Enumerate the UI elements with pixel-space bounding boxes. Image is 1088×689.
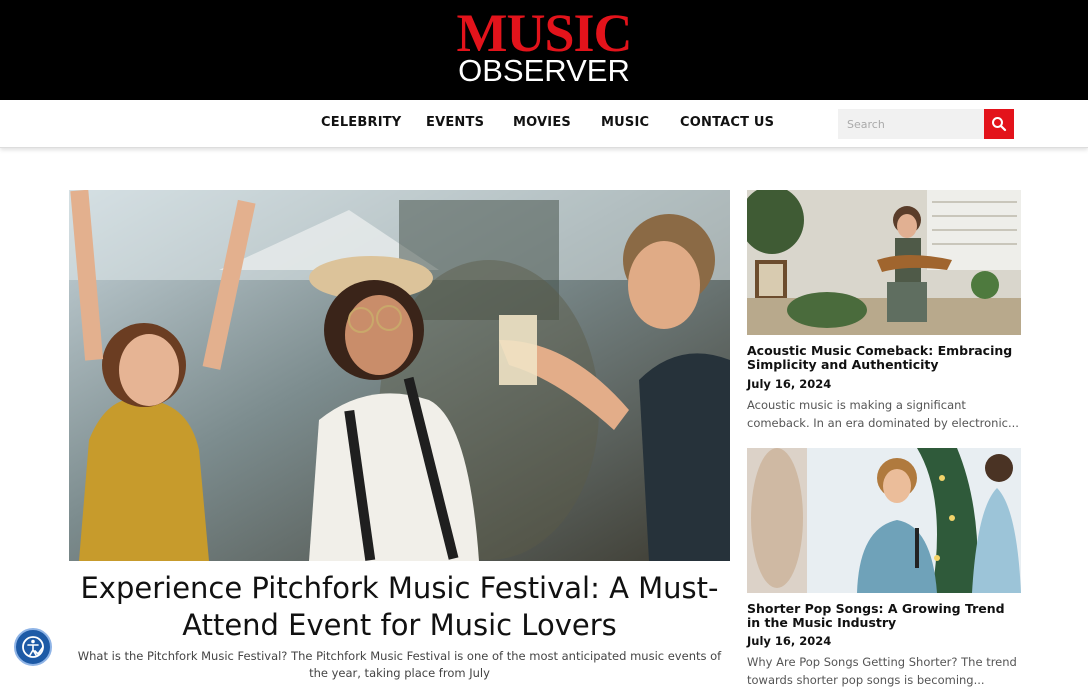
- search-icon: [992, 117, 1007, 132]
- side-article-2-image[interactable]: [747, 448, 1021, 593]
- logo-music-text: MUSIC: [456, 3, 632, 63]
- accessibility-button[interactable]: [14, 628, 52, 666]
- site-header: MUSIC OBSERVER: [0, 0, 1088, 100]
- pop-singer-photo: [747, 448, 1021, 593]
- nav-item-celebrity[interactable]: CELEBRITY: [321, 115, 401, 130]
- nav-item-contact-us[interactable]: CONTACT US: [680, 115, 774, 130]
- nav-item-movies[interactable]: MOVIES: [513, 115, 571, 130]
- side-article-2-excerpt: Why Are Pop Songs Getting Shorter? The t…: [747, 655, 1017, 687]
- nav-item-events[interactable]: EVENTS: [426, 115, 484, 130]
- search-input[interactable]: [838, 109, 984, 139]
- nav-item-music[interactable]: MUSIC: [601, 115, 649, 130]
- hero-image[interactable]: [69, 190, 730, 561]
- side-article-2-title[interactable]: Shorter Pop Songs: A Growing Trend in th…: [747, 602, 1021, 630]
- main-navigation: CELEBRITY EVENTS MOVIES MUSIC CONTACT US: [0, 100, 1088, 148]
- accessibility-icon: [22, 636, 44, 658]
- side-article-2-date: July 16, 2024: [747, 634, 832, 648]
- side-article-1-image[interactable]: [747, 190, 1021, 335]
- side-article-1-title[interactable]: Acoustic Music Comeback: Embracing Simpl…: [747, 344, 1021, 372]
- site-logo[interactable]: MUSIC OBSERVER: [449, 3, 639, 88]
- side-article-1-date: July 16, 2024: [747, 377, 832, 391]
- acoustic-photo: [747, 190, 1021, 335]
- logo-observer-text: OBSERVER: [458, 53, 630, 88]
- hero-article-excerpt: What is the Pitchfork Music Festival? Th…: [77, 649, 722, 680]
- hero-article-title[interactable]: Experience Pitchfork Music Festival: A M…: [69, 570, 730, 644]
- hero-photo: [69, 190, 730, 561]
- side-article-1-excerpt: Acoustic music is making a significant c…: [747, 398, 1019, 430]
- search-button[interactable]: [984, 109, 1014, 139]
